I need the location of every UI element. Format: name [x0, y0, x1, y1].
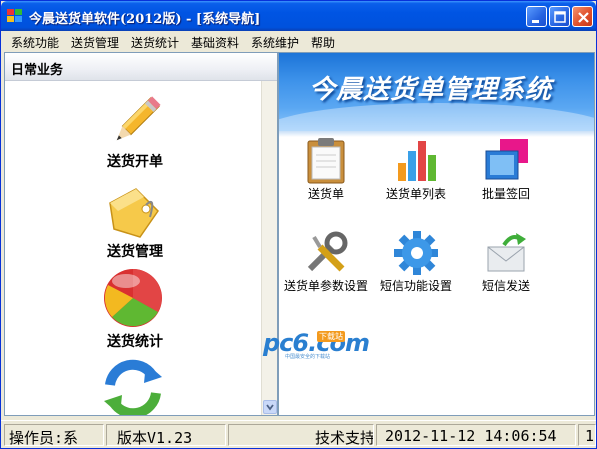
delivery-params-label: 送货单参数设置	[283, 279, 368, 293]
mail-icon	[487, 233, 526, 272]
app-window: 今晨送货单软件(2012版) - [系统导航] 系统功能 送货管理 送货统计 基…	[0, 0, 597, 449]
tag-icon	[109, 188, 159, 238]
delivery-list-label: 送货单列表	[385, 187, 446, 201]
extra-status: 1	[578, 424, 596, 446]
minimize-icon	[532, 20, 539, 23]
menu-bar: 系统功能 送货管理 送货统计 基础资料 系统维护 帮助	[4, 31, 594, 51]
minimize-button[interactable]	[526, 6, 547, 27]
delivery-note-label: 送货单	[307, 187, 344, 201]
window-title: 今晨送货单软件(2012版) - [系统导航]	[29, 12, 261, 27]
tools-icon	[307, 231, 348, 272]
refresh-icon	[104, 359, 162, 415]
menu-system[interactable]: 系统功能	[11, 34, 59, 51]
gear-icon	[394, 231, 438, 275]
operator-status: 操作员:系	[4, 424, 104, 446]
support-status: 技术支持	[228, 424, 374, 446]
title-bar[interactable]: 今晨送货单软件(2012版) - [系统导航]	[1, 1, 596, 31]
maximize-button[interactable]	[549, 6, 570, 27]
chevron-down-icon	[266, 404, 274, 411]
sms-send-label: 短信发送	[481, 279, 530, 293]
app-logo-icon[interactable]	[7, 9, 23, 23]
clipboard-icon	[307, 138, 345, 184]
pencil-icon	[116, 96, 161, 141]
watermark-logo: pc6.com 下载站 中国最安全的下载站	[263, 329, 370, 360]
datetime-status: 2012-11-12 14:06:54	[376, 424, 576, 446]
banner-title: 今晨送货单管理系统	[309, 75, 553, 105]
batch-signback-label: 批量签回	[481, 187, 530, 201]
menu-basic-data[interactable]: 基础资料	[191, 34, 239, 51]
delivery-manage-label: 送货管理	[107, 244, 163, 260]
bar-chart-icon	[398, 141, 436, 181]
menu-delivery-stats[interactable]: 送货统计	[131, 34, 179, 51]
menu-delivery-manage[interactable]: 送货管理	[71, 34, 119, 51]
maximize-icon	[554, 11, 566, 23]
banner: 今晨送货单管理系统	[279, 53, 594, 131]
delivery-stats-label: 送货统计	[107, 334, 163, 350]
daily-business-panel: 日常业务 送货开单 送货管理 送货统计	[4, 52, 278, 416]
left-scrollbar[interactable]	[261, 81, 277, 415]
menu-maintenance[interactable]: 系统维护	[251, 34, 299, 51]
scroll-down-button[interactable]	[263, 400, 277, 414]
panel-header-title: 日常业务	[11, 63, 64, 78]
status-bar: 操作员:系 版本V1.23 技术支持 2012-11-12 14:06:54 1	[1, 420, 596, 448]
pie-chart-icon	[104, 269, 162, 327]
menu-help[interactable]: 帮助	[311, 34, 335, 51]
close-icon	[578, 12, 589, 23]
sms-settings-label: 短信功能设置	[379, 279, 452, 293]
monitor-icon	[485, 139, 528, 180]
create-delivery-label: 送货开单	[107, 154, 163, 170]
close-button[interactable]	[572, 6, 593, 27]
panel-header: 日常业务	[5, 53, 277, 81]
version-status: 版本V1.23	[106, 424, 226, 446]
